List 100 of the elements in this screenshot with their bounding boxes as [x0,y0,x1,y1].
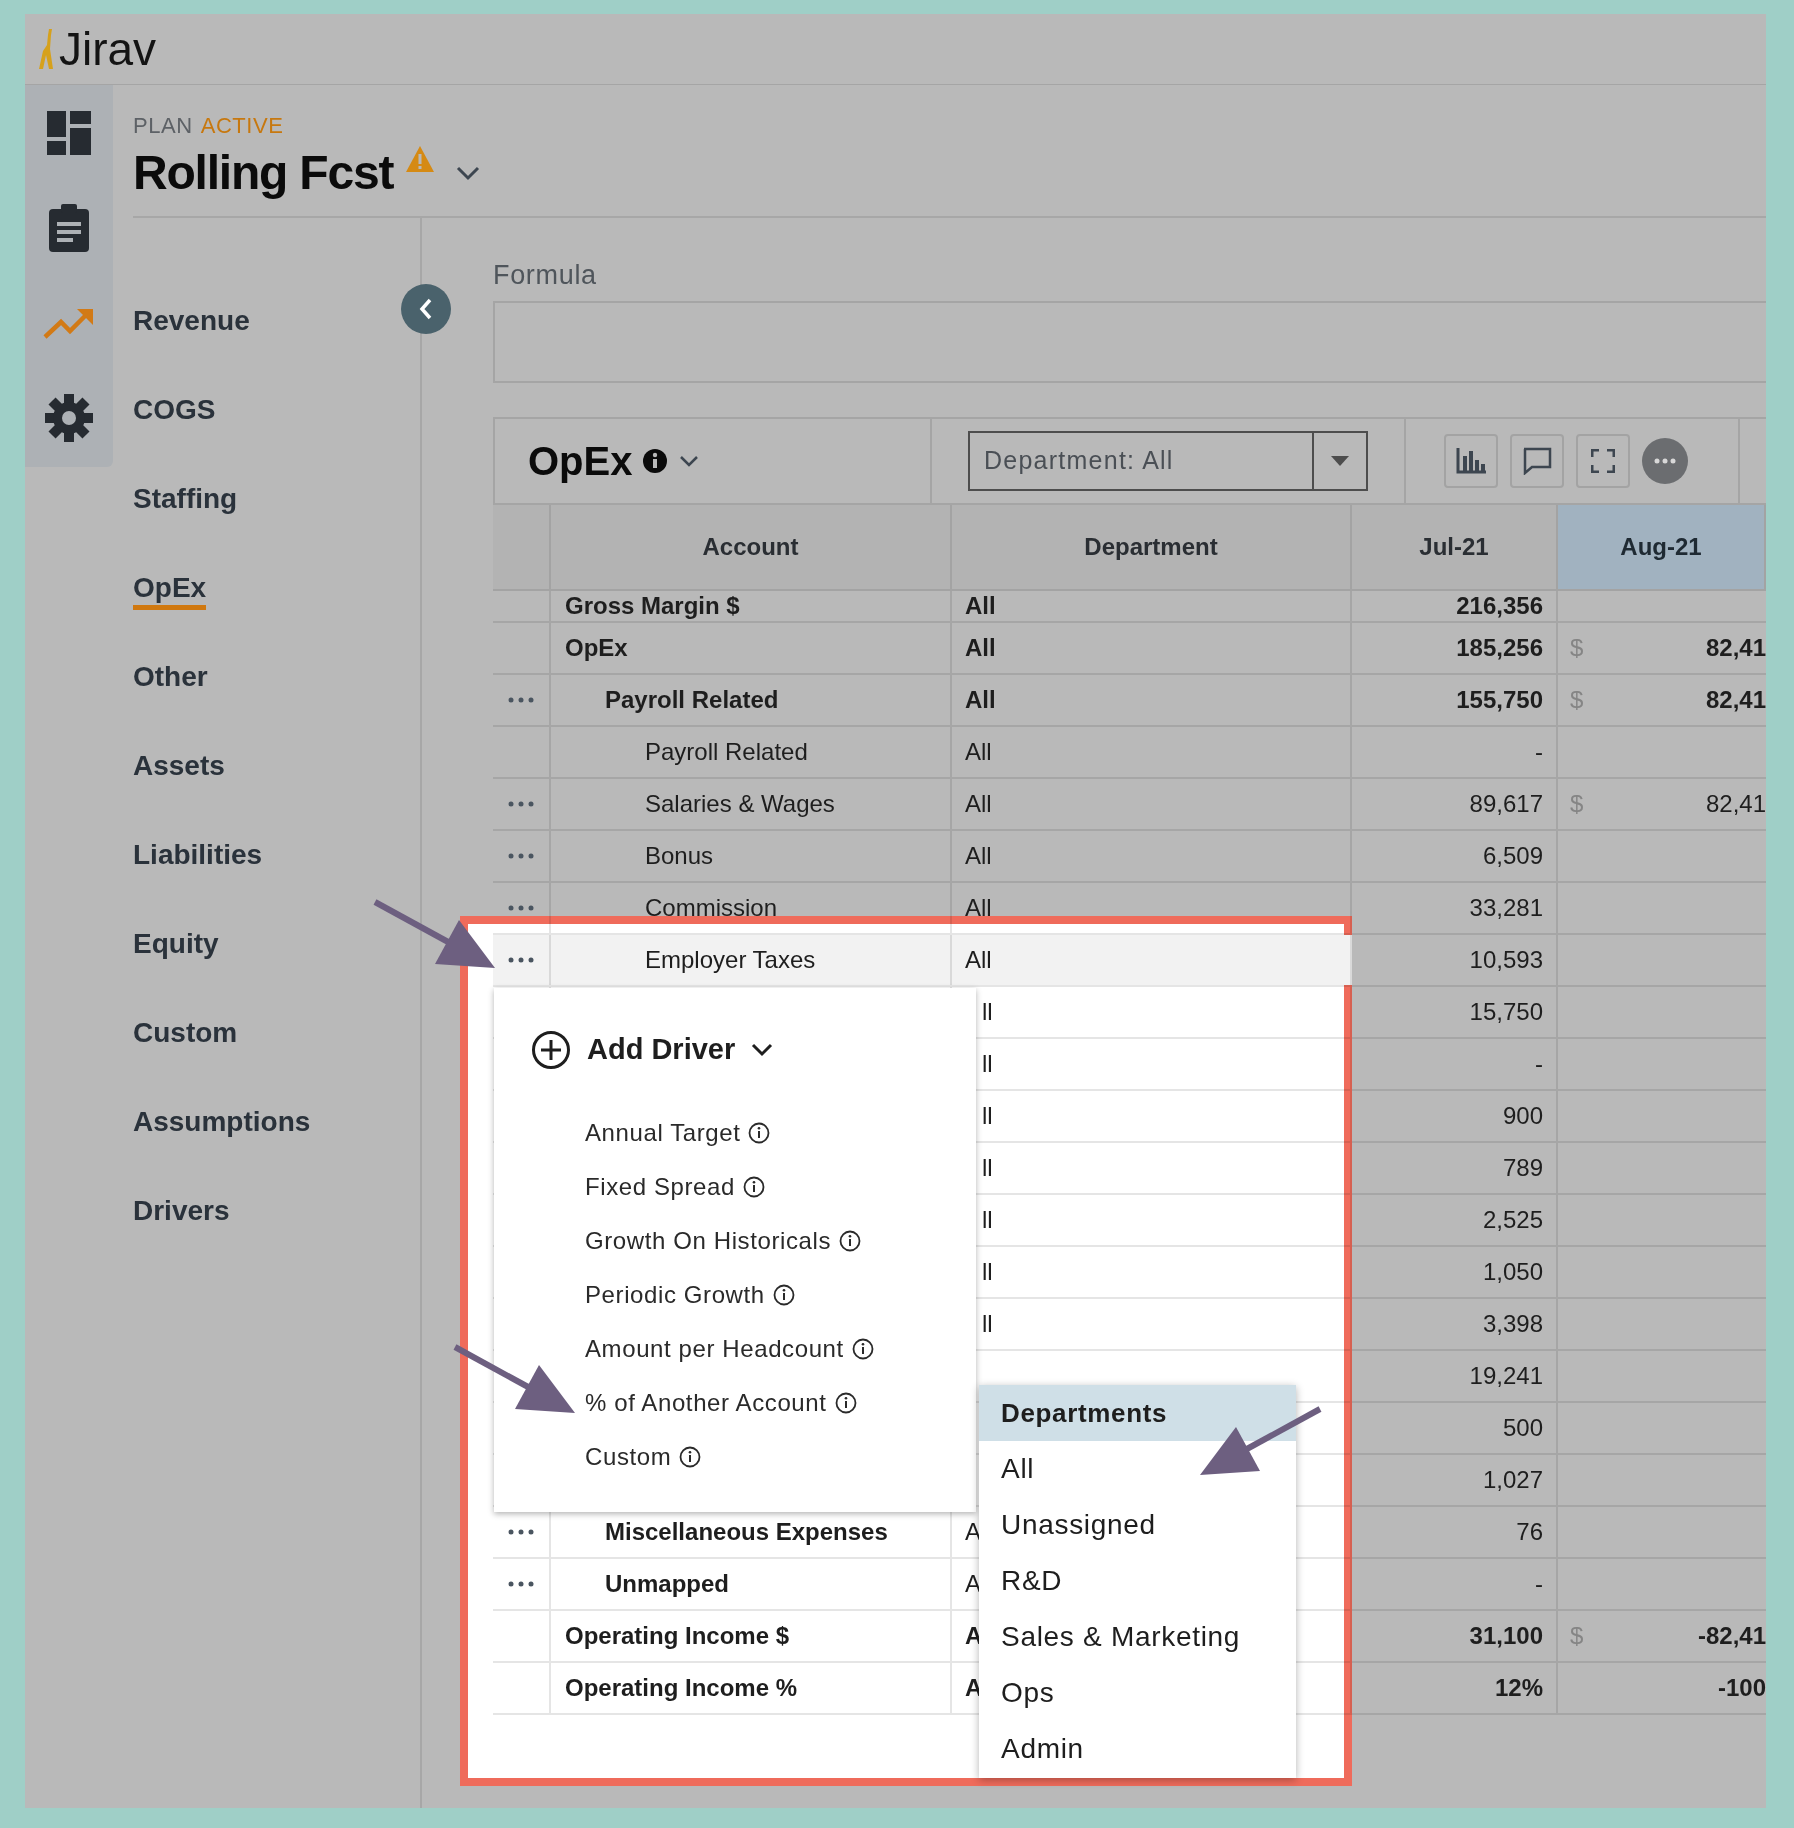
fullscreen-icon [1591,449,1615,473]
department-cell: ll [982,1312,993,1336]
department-cell: All [965,740,992,764]
value-cell: 2,525 [1482,1208,1543,1232]
value-cell: 10,593 [1469,948,1543,972]
info-icon[interactable] [748,1121,771,1144]
dropdown-option[interactable]: All [1001,1448,1035,1490]
department-cell: ll [982,1260,993,1284]
nav-item[interactable]: Liabilities [133,836,263,877]
nav-item[interactable]: COGS [133,391,216,432]
collapse-button[interactable] [401,284,451,334]
dropdown-option[interactable]: Unassigned [1001,1504,1156,1546]
department-cell: All [965,792,992,816]
menu-item[interactable]: Custom [585,1438,672,1475]
dropdown-option[interactable]: Sales & Marketing [1001,1616,1241,1658]
info-icon[interactable] [839,1229,861,1252]
value-cell: 155,750 [1456,688,1543,712]
menu-item[interactable]: Fixed Spread [585,1168,735,1205]
value-cell: - [1535,740,1543,764]
nav-item[interactable]: Equity [133,925,219,966]
account-cell: Operating Income $ [565,1624,790,1648]
value-cell: 19,241 [1469,1364,1543,1388]
dashboard-icon[interactable] [46,109,92,156]
info-icon[interactable] [834,1391,857,1414]
logo: Jirav [59,26,157,72]
account-cell: Payroll Related [605,688,779,712]
plan-status: ACTIVE [200,115,284,137]
menu-item[interactable]: Periodic Growth [585,1276,765,1313]
value-cell: 1,050 [1482,1260,1543,1284]
dots-icon[interactable] [508,697,534,703]
department-cell: ll [982,1208,993,1232]
bar-chart-icon [1456,448,1486,474]
department-cell: ll [982,1156,993,1180]
formula-field[interactable] [493,301,1766,383]
info-icon[interactable] [772,1283,795,1306]
nav-item[interactable]: Assets [133,747,225,788]
chevron-down-icon[interactable] [678,454,701,468]
formula-label: Formula [493,262,598,289]
value-cell: - [1535,1572,1543,1596]
currency-symbol: $ [1570,688,1584,712]
value-cell: 89,617 [1469,792,1543,816]
value-cell: 185,256 [1456,636,1543,660]
department-cell: ll [982,1052,993,1076]
nav-item[interactable]: Other [133,658,208,699]
department-cell: All [965,594,996,618]
dropdown-header: Departments [979,1385,1296,1441]
value-cell: 82,41 [1705,792,1766,816]
nav-item[interactable]: Custom [133,1014,238,1055]
account-cell: Employer Taxes [645,948,816,972]
dots-icon[interactable] [508,957,534,963]
menu-item[interactable]: Growth On Historicals [585,1222,831,1259]
nav-item[interactable]: Revenue [133,302,250,343]
department-select[interactable]: Department: All [968,431,1368,491]
info-icon[interactable] [851,1337,874,1360]
department-cell: ll [982,1000,993,1024]
department-cell: All [965,688,996,712]
account-cell: Operating Income % [565,1676,798,1700]
department-cell: All [965,844,992,868]
dropdown-option[interactable]: Ops [1001,1672,1055,1714]
nav-item[interactable]: Drivers [133,1192,230,1233]
dropdown-option[interactable]: Admin [1001,1728,1084,1770]
nav-item[interactable]: Staffing [133,480,238,521]
value-cell: 31,100 [1469,1624,1543,1648]
chart-button[interactable] [1444,434,1498,488]
comment-icon [1522,447,1552,475]
info-icon[interactable] [679,1445,702,1468]
menu-item[interactable]: % of Another Account [585,1384,827,1421]
dropdown-option[interactable]: R&D [1001,1560,1063,1602]
account-cell: Unmapped [605,1572,729,1596]
department-cell: All [965,896,992,920]
dots-icon[interactable] [508,801,534,807]
value-cell: 82,41 [1705,636,1766,660]
info-icon[interactable] [642,448,669,474]
dots-icon[interactable] [508,853,534,859]
department-cell: All [965,636,996,660]
account-cell: Salaries & Wages [645,792,835,816]
account-cell: OpEx [565,636,628,660]
nav-item[interactable]: OpEx [133,569,207,610]
clipboard-icon[interactable] [48,202,90,253]
settings-icon[interactable] [44,392,94,443]
currency-symbol: $ [1570,636,1584,660]
more-button[interactable] [1642,438,1688,484]
value-cell: 500 [1502,1416,1543,1440]
account-cell: Miscellaneous Expenses [605,1520,888,1544]
column-header[interactable]: Aug-21 [1558,505,1766,589]
info-icon[interactable] [742,1175,765,1198]
more-icon [1654,458,1676,464]
dots-icon[interactable] [508,905,534,911]
add-driver-button[interactable]: Add Driver [531,1028,774,1072]
department-cell: All [965,948,992,972]
chevron-down-icon[interactable] [455,165,482,181]
plan-label: PLAN [133,115,193,137]
menu-item[interactable]: Amount per Headcount [585,1330,844,1367]
nav-item[interactable]: Assumptions [133,1103,311,1144]
menu-item[interactable]: Annual Target [585,1114,741,1151]
value-cell: 3,398 [1482,1312,1543,1336]
value-cell: 6,509 [1482,844,1543,868]
comment-button[interactable] [1510,434,1564,488]
currency-symbol: $ [1570,1624,1584,1648]
fullscreen-button[interactable] [1576,434,1630,488]
